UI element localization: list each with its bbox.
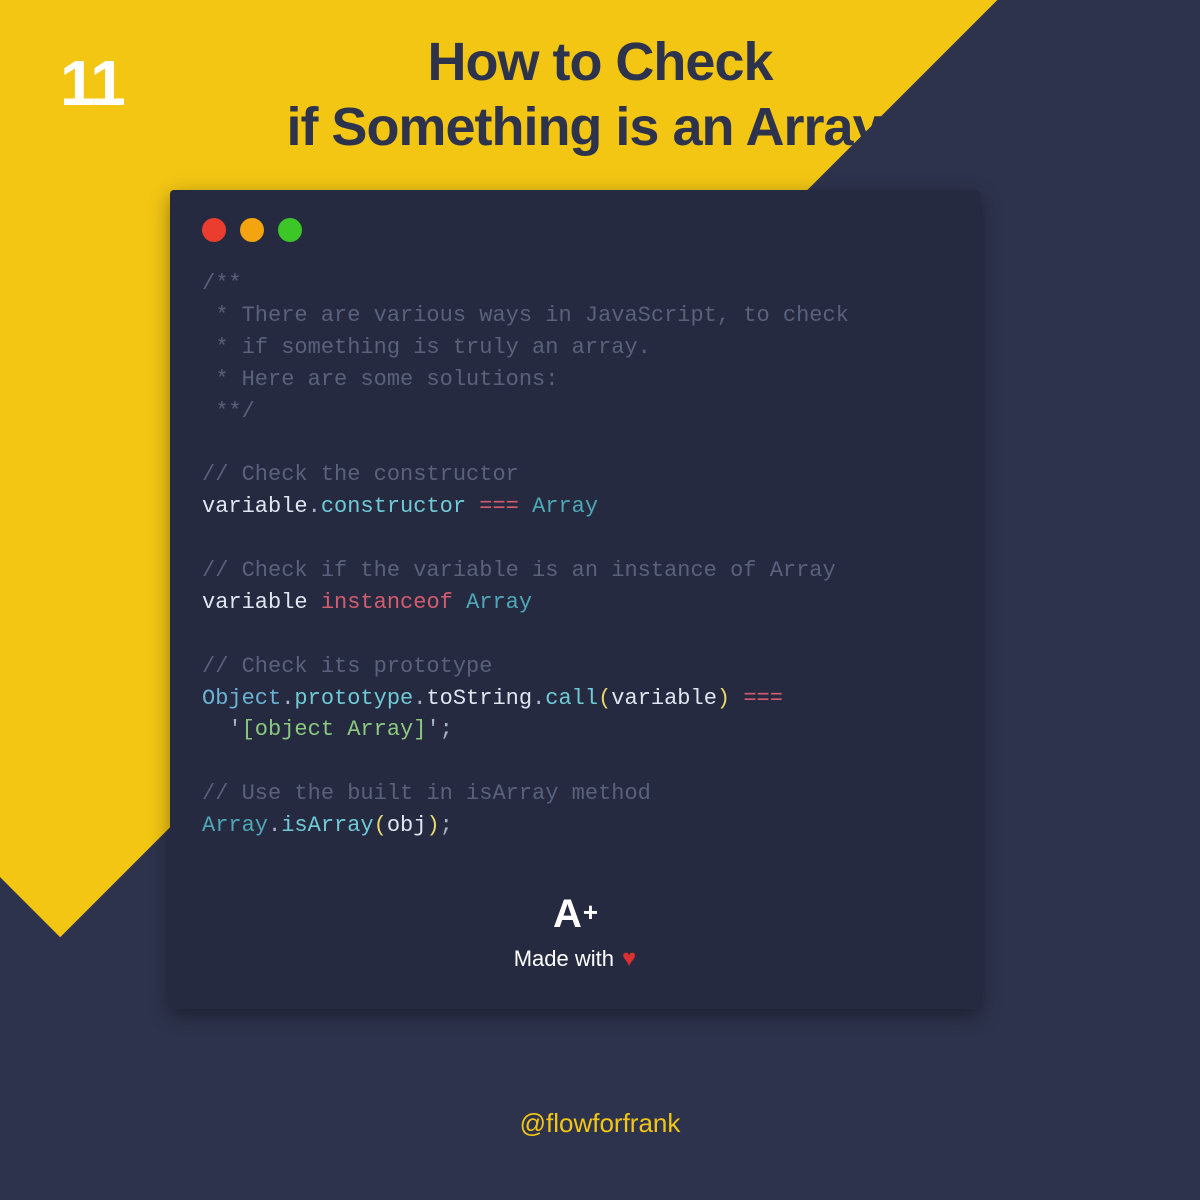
code-token: ===: [730, 686, 783, 711]
code-token: ===: [466, 494, 532, 519]
code-token: Object: [202, 686, 281, 711]
code-token: .: [281, 686, 294, 711]
code-token: .: [268, 813, 281, 838]
code-token: Array: [466, 590, 532, 615]
code-token: ': [228, 717, 241, 742]
code-token: constructor: [321, 494, 466, 519]
code-token: ;: [440, 717, 453, 742]
code-block: /** * There are various ways in JavaScri…: [202, 268, 948, 842]
code-token: ): [426, 813, 439, 838]
code-token: .: [413, 686, 426, 711]
made-with-line: Made with ♥: [202, 945, 948, 973]
comment-line: * Here are some solutions:: [202, 367, 558, 392]
code-token: variable: [611, 686, 717, 711]
code-token: prototype: [294, 686, 413, 711]
comment-line: // Check the constructor: [202, 462, 519, 487]
code-token: variable: [202, 590, 308, 615]
code-token: (: [374, 813, 387, 838]
social-handle: @flowforfrank: [0, 1108, 1200, 1139]
logo-plus: +: [583, 897, 597, 928]
code-token: Array: [532, 494, 598, 519]
made-with-text: Made with: [514, 946, 614, 972]
code-token: ;: [440, 813, 453, 838]
logo-a-plus: A+: [553, 892, 597, 937]
comment-line: // Check if the variable is an instance …: [202, 558, 836, 583]
code-token: variable: [202, 494, 308, 519]
code-window: /** * There are various ways in JavaScri…: [170, 190, 980, 1009]
code-token: obj: [387, 813, 427, 838]
page-title: How to Check if Something is an Array?: [0, 30, 1200, 160]
code-token: [object Array]: [242, 717, 427, 742]
code-token: ': [426, 717, 439, 742]
heart-icon: ♥: [622, 945, 636, 973]
code-token: isArray: [281, 813, 373, 838]
comment-line: /**: [202, 271, 242, 296]
traffic-lights: [202, 218, 948, 242]
code-token: toString: [426, 686, 532, 711]
minimize-icon: [240, 218, 264, 242]
comment-line: **/: [202, 399, 255, 424]
code-token: .: [532, 686, 545, 711]
close-icon: [202, 218, 226, 242]
comment-line: * There are various ways in JavaScript, …: [202, 303, 849, 328]
code-token: [202, 717, 228, 742]
code-token: ): [717, 686, 730, 711]
comment-line: * if something is truly an array.: [202, 335, 651, 360]
code-token: instanceof: [308, 590, 466, 615]
code-token: .: [308, 494, 321, 519]
code-token: Array: [202, 813, 268, 838]
code-token: (: [598, 686, 611, 711]
footer-logo-block: A+ Made with ♥: [202, 892, 948, 973]
comment-line: // Use the built in isArray method: [202, 781, 651, 806]
code-token: call: [545, 686, 598, 711]
title-line-2: if Something is an Array?: [286, 97, 913, 157]
title-line-1: How to Check: [427, 32, 772, 92]
comment-line: // Check its prototype: [202, 654, 492, 679]
maximize-icon: [278, 218, 302, 242]
logo-a: A: [553, 892, 581, 937]
